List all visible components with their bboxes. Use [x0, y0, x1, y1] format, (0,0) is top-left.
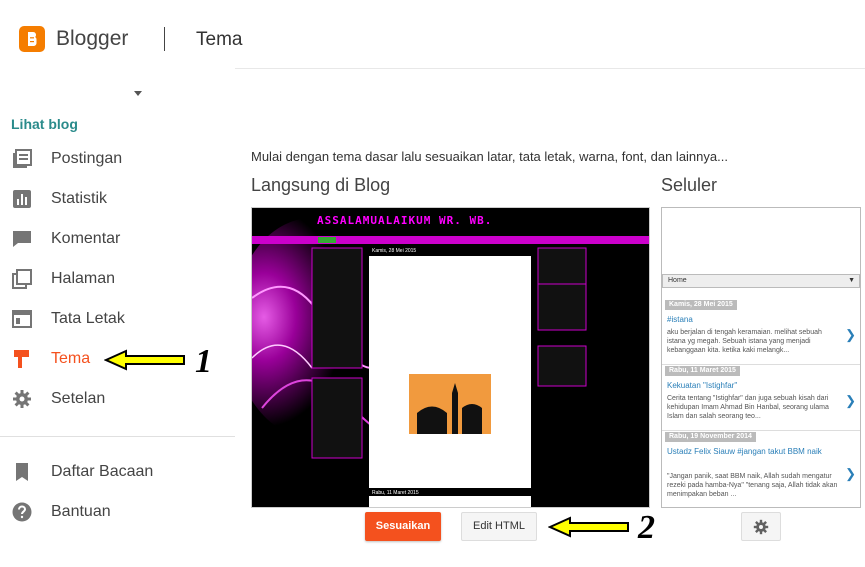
theme-background-image: [252, 208, 649, 507]
post-snippet: "Jangan panik, saat BBM naik, Allah suda…: [667, 473, 838, 498]
chevron-right-icon[interactable]: ❯: [845, 393, 856, 409]
live-blog-title: Langsung di Blog: [251, 175, 391, 195]
sidebar-item-comments[interactable]: Komentar: [0, 220, 235, 258]
pages-icon: [12, 269, 32, 289]
post-date: Rabu, 11 Maret 2015: [665, 366, 740, 376]
top-bar: Blogger Tema: [0, 0, 865, 69]
post-title[interactable]: Kekuatan "Istighfar": [667, 381, 842, 391]
help-icon: [12, 502, 32, 522]
sidebar-divider: [0, 436, 235, 437]
annotation-arrow-icon: [548, 516, 629, 538]
sidebar-item-label: Statistik: [51, 190, 108, 207]
sidebar-item-label: Komentar: [51, 230, 121, 247]
page-title: Tema: [196, 29, 243, 50]
header-divider: [164, 27, 165, 51]
sidebar-item-pages[interactable]: Halaman: [0, 260, 235, 298]
list-item[interactable]: Rabu, 19 November 2014 Ustadz Felix Siau…: [662, 432, 860, 507]
gear-icon: [753, 519, 769, 535]
sidebar-item-posts[interactable]: Postingan: [0, 140, 235, 178]
stats-icon: [13, 190, 31, 208]
desktop-theme-preview[interactable]: ASSALAMUALAIKUM WR. WB. Kamis, 28 Mei 20…: [251, 207, 650, 508]
blogger-logo-icon[interactable]: [19, 26, 45, 52]
sidebar-item-reading-list[interactable]: Daftar Bacaan: [0, 453, 235, 491]
sidebar-item-label: Daftar Bacaan: [51, 463, 154, 480]
edit-html-button[interactable]: Edit HTML: [461, 512, 537, 541]
theme-icon: [14, 350, 29, 368]
dropdown-arrow-icon: ▼: [848, 277, 855, 284]
annotation-number-two: 2: [638, 509, 655, 546]
preview-blog-title: ASSALAMUALAIKUM WR. WB.: [317, 214, 493, 227]
sidebar-item-label: Setelan: [51, 390, 106, 407]
post-date: Kamis, 28 Mei 2015: [665, 300, 737, 310]
mobile-title: Seluler: [661, 175, 718, 195]
list-item[interactable]: Rabu, 11 Maret 2015 Kekuatan "Istighfar"…: [662, 366, 860, 431]
sidebar-item-label: Tata Letak: [51, 310, 125, 327]
sidebar-item-layout[interactable]: Tata Letak: [0, 300, 235, 338]
comment-icon: [13, 231, 31, 247]
sidebar-item-label: Tema: [51, 350, 91, 367]
post-snippet: aku berjalan di tengah keramaian. meliha…: [667, 329, 822, 354]
customize-button[interactable]: Sesuaikan: [365, 512, 441, 541]
annotation-number-one: 1: [195, 343, 212, 380]
mobile-nav-label: Home: [668, 277, 687, 284]
sidebar-item-settings[interactable]: Setelan: [0, 380, 235, 418]
mobile-nav-dropdown[interactable]: Home ▼: [662, 274, 860, 288]
blog-selector[interactable]: [0, 68, 235, 114]
sidebar-item-label: Bantuan: [51, 503, 111, 520]
annotation-arrow-icon: [104, 349, 185, 371]
theme-intro-text: Mulai dengan tema dasar lalu sesuaikan l…: [251, 149, 728, 164]
layout-icon: [12, 310, 32, 328]
mobile-settings-button[interactable]: [741, 512, 781, 541]
preview-next-date: Rabu, 11 Maret 2015: [372, 490, 419, 496]
brand-name[interactable]: Blogger: [56, 27, 128, 51]
post-title[interactable]: #istana: [667, 315, 842, 325]
sidebar-item-help[interactable]: Bantuan: [0, 493, 235, 531]
sidebar-item-label: Halaman: [51, 270, 116, 287]
bookmark-icon: [16, 463, 28, 481]
chevron-right-icon[interactable]: ❯: [845, 327, 856, 343]
sidebar-item-label: Postingan: [51, 150, 123, 167]
list-item[interactable]: Kamis, 28 Mei 2015 #istana aku berjalan …: [662, 300, 860, 365]
post-date: Rabu, 19 November 2014: [665, 432, 756, 442]
gear-icon: [13, 390, 31, 408]
posts-icon: [13, 149, 32, 168]
chevron-right-icon[interactable]: ❯: [845, 466, 856, 482]
preview-post-date: Kamis, 28 Mei 2015: [372, 248, 417, 254]
view-blog-link[interactable]: Lihat blog: [11, 116, 78, 132]
sidebar-item-stats[interactable]: Statistik: [0, 180, 235, 218]
post-snippet: Cerita tentang "Istighfar" dan juga sebu…: [667, 395, 829, 420]
post-title[interactable]: Ustadz Felix Siauw #jangan takut BBM nai…: [667, 447, 842, 457]
chevron-down-icon[interactable]: [134, 91, 142, 96]
mobile-theme-preview[interactable]: Home ▼ Kamis, 28 Mei 2015 #istana aku be…: [661, 207, 861, 508]
